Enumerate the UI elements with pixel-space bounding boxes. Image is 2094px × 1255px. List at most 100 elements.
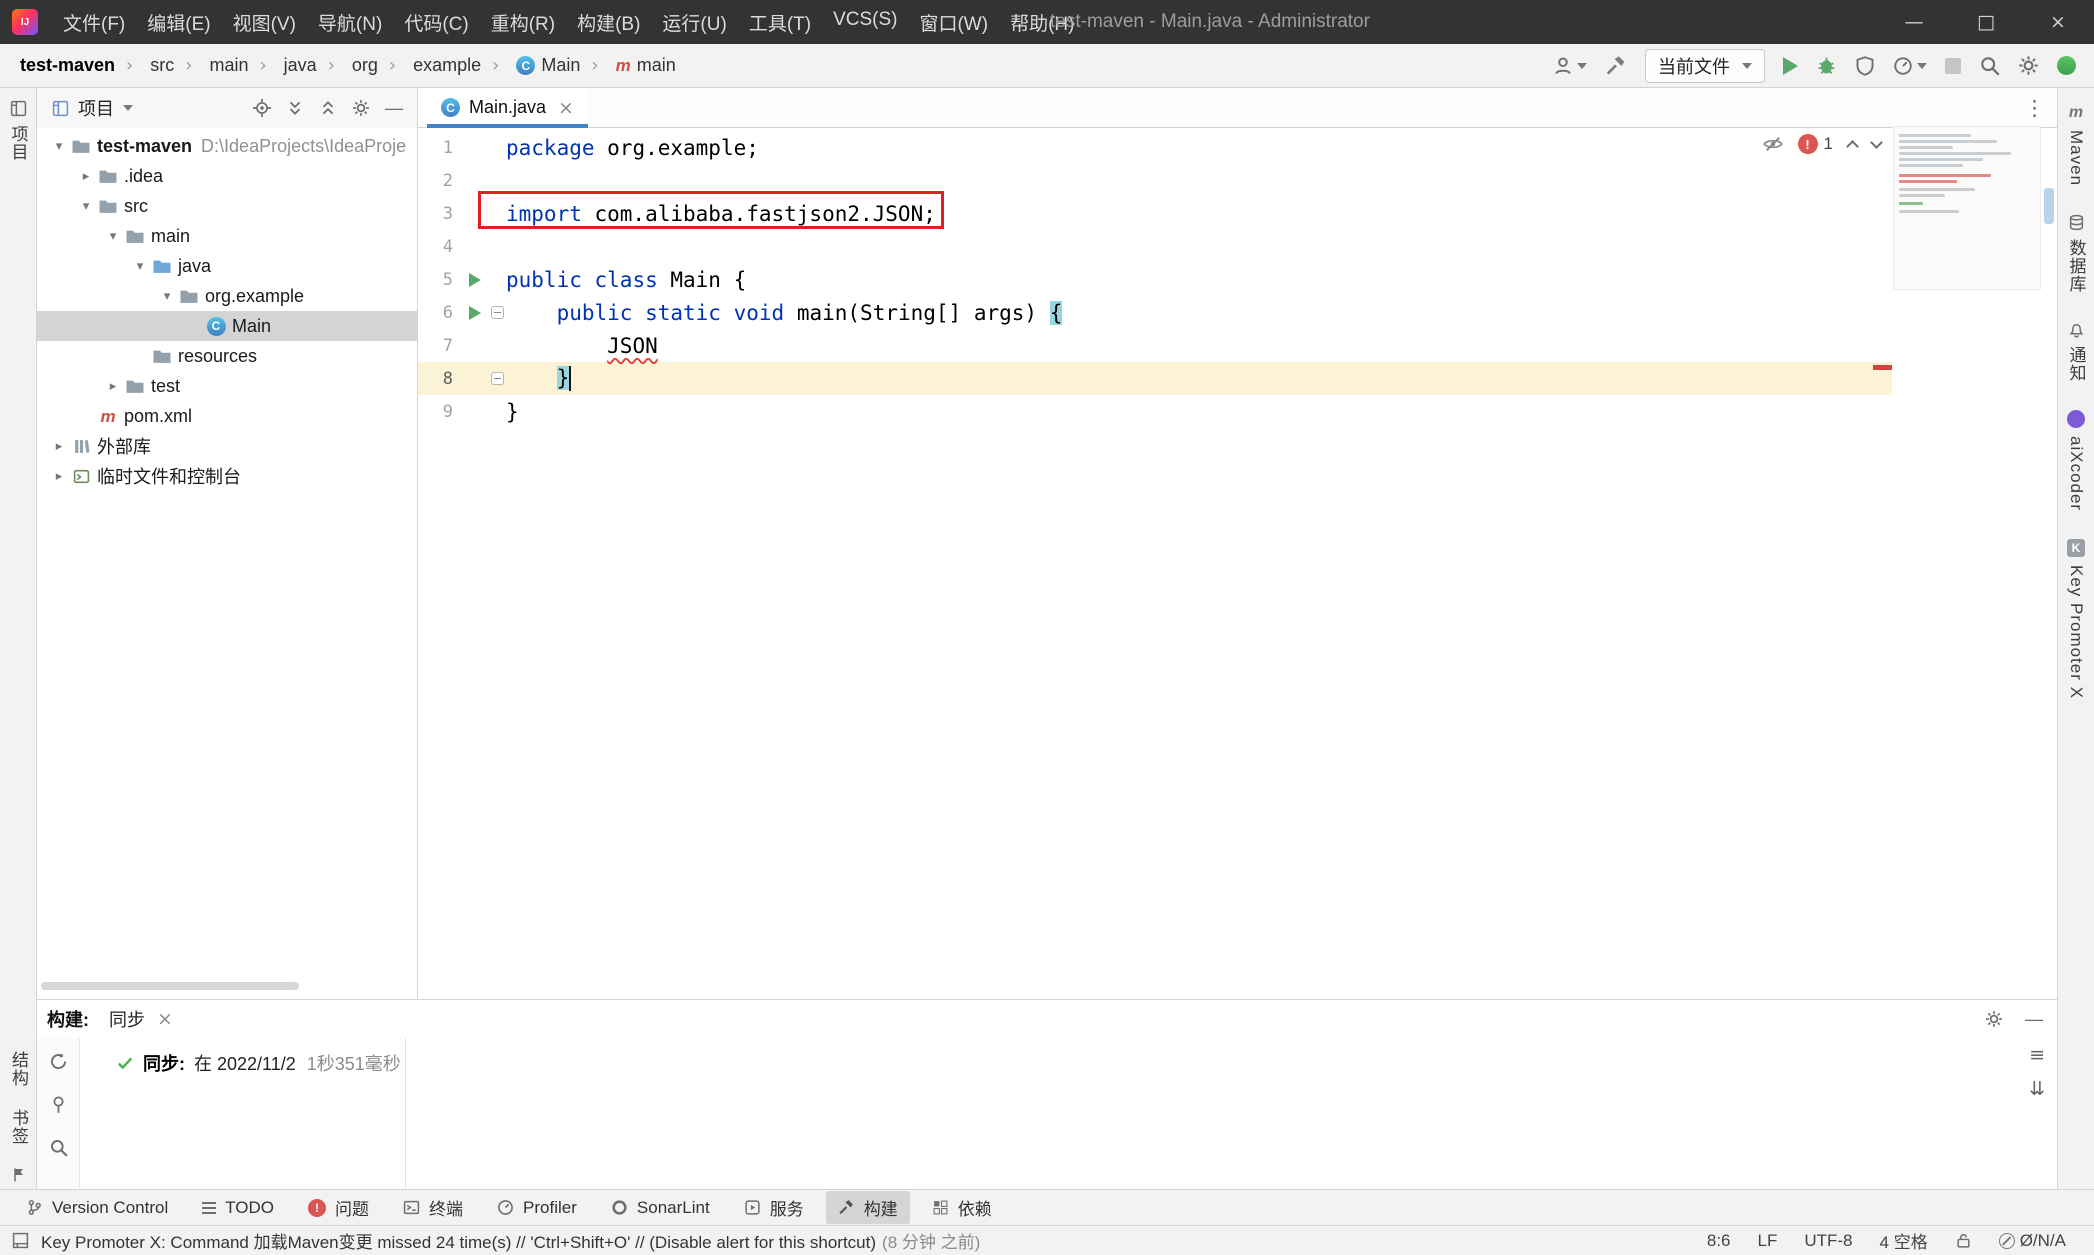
scrollbar-thumb[interactable] <box>2044 188 2054 224</box>
settings-button[interactable] <box>2018 55 2039 77</box>
indent-widget[interactable]: 4 空格 <box>1880 1228 1928 1253</box>
fold-region-icon[interactable] <box>491 372 504 385</box>
search-icon[interactable] <box>49 1138 68 1157</box>
hide-panel-icon[interactable]: — <box>2025 1009 2043 1030</box>
caret-position-widget[interactable]: 8:6 <box>1707 1231 1731 1251</box>
minimap[interactable] <box>1893 126 2041 290</box>
line-number[interactable]: 8 <box>418 369 462 389</box>
menu-run[interactable]: 运行(U) <box>651 5 737 40</box>
code-editor[interactable]: 1 package org.example; 2 3 import com.al… <box>418 128 2057 999</box>
coverage-button[interactable] <box>1855 55 1875 76</box>
gear-icon[interactable] <box>352 99 370 117</box>
close-button[interactable]: × <box>2022 0 2094 44</box>
tree-item-src[interactable]: ▾ src <box>37 191 417 221</box>
chevron-down-icon[interactable]: ▾ <box>156 289 178 304</box>
previous-error-icon[interactable] <box>1846 140 1859 153</box>
stripe-button-maven[interactable]: m Maven <box>2066 104 2086 186</box>
tree-item-scratches[interactable]: ▸ 临时文件和控制台 <box>37 461 417 491</box>
line-number[interactable]: 6 <box>418 303 462 323</box>
tree-item-root[interactable]: ▾ test-maven D:\IdeaProjects\IdeaProje <box>37 131 417 161</box>
line-number[interactable]: 1 <box>418 138 462 158</box>
scroll-to-end-icon[interactable]: ⇊ <box>2029 1078 2045 1100</box>
chevron-down-icon[interactable]: ▾ <box>75 199 97 214</box>
line-number[interactable]: 2 <box>418 171 462 191</box>
chevron-right-icon[interactable]: ▸ <box>48 469 70 484</box>
na-status-widget[interactable]: Ø/N/A <box>1999 1231 2066 1251</box>
stripe-button-bookmarks[interactable]: 书签 <box>6 1109 31 1145</box>
menu-view[interactable]: 视图(V) <box>222 5 307 40</box>
debug-button[interactable] <box>1816 55 1837 77</box>
highlighting-eye-icon[interactable] <box>1763 134 1783 154</box>
breadcrumb-item-src[interactable]: src <box>115 55 174 76</box>
soft-wrap-icon[interactable]: ≡ <box>2029 1044 2045 1066</box>
tree-item-test[interactable]: ▸ test <box>37 371 417 401</box>
line-number[interactable]: 9 <box>418 402 462 422</box>
line-separator-widget[interactable]: LF <box>1758 1231 1778 1251</box>
chevron-right-icon[interactable]: ▸ <box>102 379 124 394</box>
user-account-button[interactable] <box>1553 56 1587 76</box>
toolwindow-version-control[interactable]: Version Control <box>14 1194 180 1222</box>
hide-panel-icon[interactable]: — <box>385 98 403 119</box>
sync-result-row[interactable]: 同步: 在 2022/11/2 1秒351毫秒 <box>80 1038 2057 1076</box>
code-line[interactable]: 2 <box>418 164 1892 197</box>
toolwindow-problems[interactable]: ! 问题 <box>296 1191 381 1224</box>
run-method-gutter-icon[interactable] <box>469 306 481 320</box>
toolwindow-todo[interactable]: TODO <box>190 1194 286 1222</box>
code-line[interactable]: 6 public static void main(String[] args)… <box>418 296 1892 329</box>
chevron-right-icon[interactable]: ▸ <box>75 169 97 184</box>
build-project-button[interactable] <box>1605 54 1627 76</box>
chevron-down-icon[interactable]: ▾ <box>129 259 151 274</box>
chevron-down-icon[interactable]: ▾ <box>102 229 124 244</box>
toolwindow-terminal[interactable]: 终端 <box>391 1191 475 1224</box>
line-number[interactable]: 3 <box>418 204 462 224</box>
menu-navigate[interactable]: 导航(N) <box>307 5 393 40</box>
code-line-caret[interactable]: 8 } <box>418 362 1892 395</box>
code-line[interactable]: 7 JSON <box>418 329 1892 362</box>
menu-edit[interactable]: 编辑(E) <box>136 5 221 40</box>
app-logo-icon[interactable]: IJ <box>12 9 38 35</box>
chevron-right-icon[interactable]: ▸ <box>48 439 70 454</box>
code-line[interactable]: 5 public class Main { <box>418 263 1892 296</box>
error-stripe-mark[interactable] <box>1873 365 1892 370</box>
toolwindow-profiler[interactable]: Profiler <box>485 1194 589 1222</box>
menu-build[interactable]: 构建(B) <box>566 5 651 40</box>
minimize-button[interactable]: — <box>1878 0 1950 44</box>
search-everywhere-button[interactable] <box>1979 55 2000 77</box>
close-tab-icon[interactable]: × <box>157 1008 173 1030</box>
locate-file-icon[interactable] <box>253 99 271 117</box>
menu-vcs[interactable]: VCS(S) <box>822 5 908 40</box>
stripe-button-structure[interactable]: 结构 <box>6 1051 31 1087</box>
breadcrumb-item-main-class[interactable]: CMain <box>481 55 580 76</box>
maximize-button[interactable]: □ <box>1950 0 2022 44</box>
toolwindow-services[interactable]: 服务 <box>732 1191 816 1224</box>
run-class-gutter-icon[interactable] <box>469 273 481 287</box>
code-line[interactable]: 9 } <box>418 395 1892 428</box>
stripe-button-key-promoter[interactable]: K Key Promoter X <box>2066 539 2086 699</box>
code-line[interactable]: 1 package org.example; <box>418 131 1892 164</box>
tree-item-main[interactable]: ▾ main <box>37 221 417 251</box>
refresh-icon[interactable] <box>49 1052 68 1071</box>
stripe-button-project[interactable]: 项目 <box>6 100 31 161</box>
chevron-down-icon[interactable] <box>123 105 133 111</box>
collapse-all-icon[interactable] <box>319 99 337 117</box>
menu-file[interactable]: 文件(F) <box>52 5 136 40</box>
line-number[interactable]: 5 <box>418 270 462 290</box>
menu-refactor[interactable]: 重构(R) <box>480 5 566 40</box>
code-line[interactable]: 3 import com.alibaba.fastjson2.JSON; <box>418 197 1892 230</box>
toolwindow-sonarlint[interactable]: SonarLint <box>599 1194 722 1222</box>
run-button[interactable] <box>1783 57 1798 75</box>
horizontal-scrollbar[interactable] <box>41 982 299 990</box>
run-configuration-selector[interactable]: 当前文件 <box>1645 49 1765 83</box>
gear-icon[interactable] <box>1985 1010 2003 1028</box>
tree-item-org-example[interactable]: ▾ org.example <box>37 281 417 311</box>
expand-all-icon[interactable] <box>286 99 304 117</box>
tree-item-resources[interactable]: resources <box>37 341 417 371</box>
close-tab-icon[interactable]: × <box>558 97 574 119</box>
toolwindow-build[interactable]: 构建 <box>826 1191 910 1224</box>
stop-button[interactable] <box>1945 58 1961 74</box>
stripe-button-notifications[interactable]: 通知 <box>2064 321 2089 382</box>
pin-icon[interactable] <box>49 1095 68 1114</box>
lock-icon[interactable] <box>1955 1232 1972 1249</box>
tree-item-idea[interactable]: ▸ .idea <box>37 161 417 191</box>
error-counter[interactable]: ! 1 <box>1798 134 1833 154</box>
